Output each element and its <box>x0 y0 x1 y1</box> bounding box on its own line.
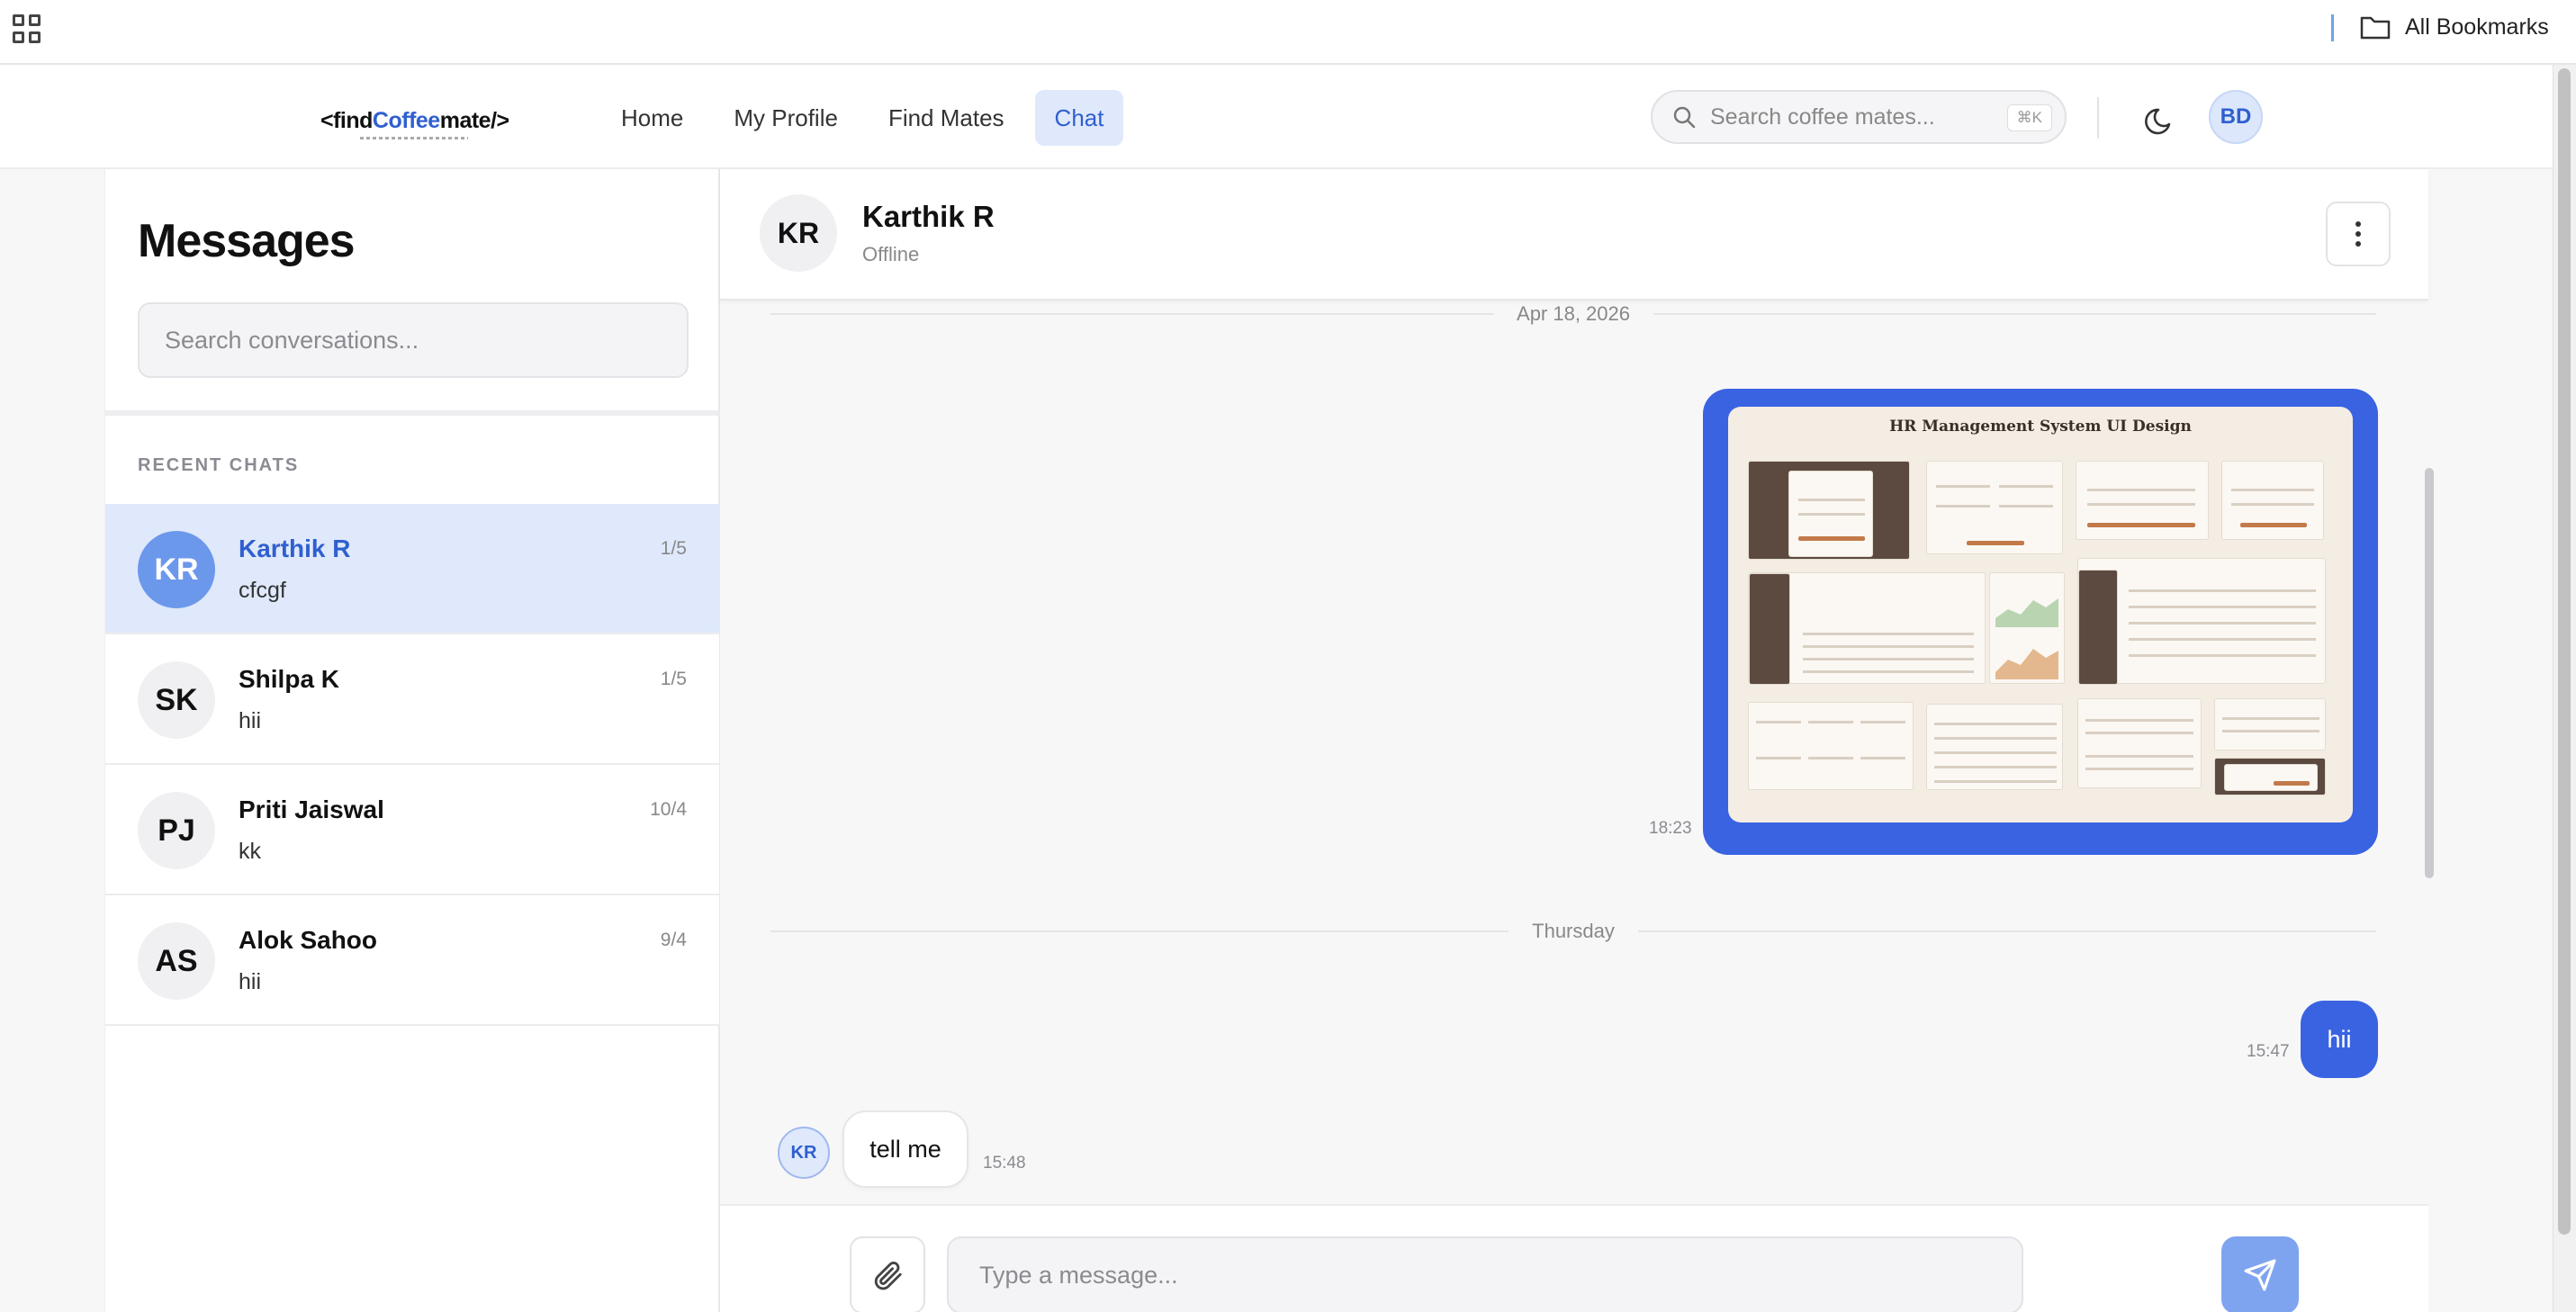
nav-find-mates[interactable]: Find Mates <box>869 90 1024 146</box>
image-thumbnail <box>1748 702 1914 790</box>
message-composer <box>720 1204 2428 1312</box>
main-nav: Home My Profile Find Mates Chat <box>601 90 1124 146</box>
chat-preview: cfcgf <box>239 578 286 603</box>
chat-preview: kk <box>239 839 261 864</box>
incoming-sender-avatar: KR <box>778 1127 830 1179</box>
logo-suffix: mate/> <box>439 108 509 133</box>
image-thumbnail <box>1748 572 1986 685</box>
incoming-message[interactable]: tell me <box>842 1110 968 1188</box>
logo-prefix: <find <box>320 108 373 133</box>
more-vertical-icon <box>2355 231 2361 237</box>
image-thumbnail <box>2077 558 2326 685</box>
chat-list: KR Karthik R cfcgf 1/5 SK Shilpa K hii 1… <box>105 504 719 1026</box>
more-options-button[interactable] <box>2326 202 2391 266</box>
message-input[interactable] <box>947 1236 2023 1312</box>
attach-button[interactable] <box>850 1236 925 1312</box>
sidebar-divider <box>105 410 719 416</box>
image-thumbnail <box>1989 572 2065 684</box>
date-divider-label: Apr 18, 2026 <box>1517 302 1630 325</box>
chat-item-shilpa-k[interactable]: SK Shilpa K hii 1/5 <box>105 634 719 765</box>
logo-accent: Coffee <box>372 108 440 133</box>
image-thumbnail <box>2076 461 2209 540</box>
chat-date: 9/4 <box>660 930 687 950</box>
contact-avatar[interactable]: KR <box>760 194 837 272</box>
image-thumbnail <box>1748 461 1910 560</box>
shared-image-title: HR Management System UI Design <box>1889 418 2192 436</box>
chat-item-alok-sahoo[interactable]: AS Alok Sahoo hii 9/4 <box>105 895 719 1026</box>
chat-name: Priti Jaiswal <box>239 795 384 823</box>
chat-panel: KR Karthik R Offline Apr 18, 2026 18:23 … <box>720 169 2434 1312</box>
image-thumbnail <box>2077 698 2202 788</box>
message-time: 15:48 <box>983 1154 1026 1173</box>
image-thumbnail <box>1926 704 2063 790</box>
send-button[interactable] <box>2221 1236 2299 1312</box>
folder-icon <box>2360 16 2391 40</box>
date-divider: Apr 18, 2026 <box>770 301 2377 328</box>
date-divider: Thursday <box>770 918 2376 945</box>
apps-grid-icon[interactable] <box>13 14 41 43</box>
message-time: 18:23 <box>1649 819 1692 838</box>
logo-tagline-decoration <box>360 137 468 139</box>
page-scrollbar-thumb[interactable] <box>2558 68 2571 1235</box>
nav-my-profile[interactable]: My Profile <box>714 90 858 146</box>
chat-scrollbar[interactable] <box>2425 468 2434 878</box>
header-divider <box>2097 97 2099 139</box>
messages-sidebar: Messages RECENT CHATS KR Karthik R cfcgf… <box>104 169 720 1312</box>
shared-image[interactable]: HR Management System UI Design <box>1728 407 2353 822</box>
chat-name: Shilpa K <box>239 665 340 693</box>
chat-date: 10/4 <box>650 799 687 820</box>
search-icon <box>1673 106 1696 129</box>
paperclip-icon <box>874 1262 902 1290</box>
chat-avatar: PJ <box>138 792 215 869</box>
chat-avatar: SK <box>138 661 215 739</box>
conversation-search-input[interactable] <box>138 302 689 378</box>
image-message-bubble[interactable]: HR Management System UI Design <box>1703 389 2378 855</box>
app-header: <findCoffeemate/> Home My Profile Find M… <box>0 65 2553 169</box>
message-time: 15:47 <box>2247 1042 2290 1061</box>
messages-title: Messages <box>138 215 356 267</box>
more-vertical-icon <box>2355 241 2361 247</box>
chat-name: Karthik R <box>239 535 351 562</box>
chat-item-karthik-r[interactable]: KR Karthik R cfcgf 1/5 <box>105 504 719 634</box>
user-avatar[interactable]: BD <box>2209 90 2263 144</box>
nav-chat[interactable]: Chat <box>1034 90 1124 146</box>
image-thumbnail <box>1926 461 2063 554</box>
all-bookmarks-label: All Bookmarks <box>2405 13 2549 40</box>
more-vertical-icon <box>2355 221 2361 227</box>
search-shortcut-badge: ⌘K <box>2006 104 2052 131</box>
bookmarks-bar: All Bookmarks <box>0 0 2576 65</box>
send-icon <box>2244 1259 2276 1291</box>
coffee-mates-search: ⌘K <box>1651 90 2067 144</box>
site-logo[interactable]: <findCoffeemate/> <box>320 108 509 134</box>
nav-home[interactable]: Home <box>601 90 703 146</box>
date-divider-label: Thursday <box>1532 920 1615 942</box>
image-thumbnail <box>2214 698 2326 750</box>
contact-name[interactable]: Karthik R <box>862 200 995 234</box>
chat-preview: hii <box>239 708 262 733</box>
contact-status: Offline <box>862 243 920 265</box>
chat-preview: hii <box>239 969 262 994</box>
image-thumbnail <box>2214 758 2326 795</box>
outgoing-message[interactable]: hii <box>2301 1001 2378 1078</box>
chat-date: 1/5 <box>660 669 687 689</box>
chat-item-priti-jaiswal[interactable]: PJ Priti Jaiswal kk 10/4 <box>105 765 719 895</box>
moon-icon[interactable] <box>2142 103 2178 139</box>
coffee-mates-search-input[interactable] <box>1710 103 1998 130</box>
chat-avatar: AS <box>138 922 215 1000</box>
chat-avatar: KR <box>138 531 215 608</box>
recent-chats-label: RECENT CHATS <box>138 455 300 475</box>
chat-date: 1/5 <box>660 538 687 559</box>
chat-name: Alok Sahoo <box>239 926 378 954</box>
image-thumbnail <box>2221 461 2324 540</box>
bookmarks-separator <box>2331 14 2334 41</box>
all-bookmarks-button[interactable]: All Bookmarks <box>2360 13 2549 41</box>
chat-header: KR Karthik R Offline <box>720 169 2428 301</box>
